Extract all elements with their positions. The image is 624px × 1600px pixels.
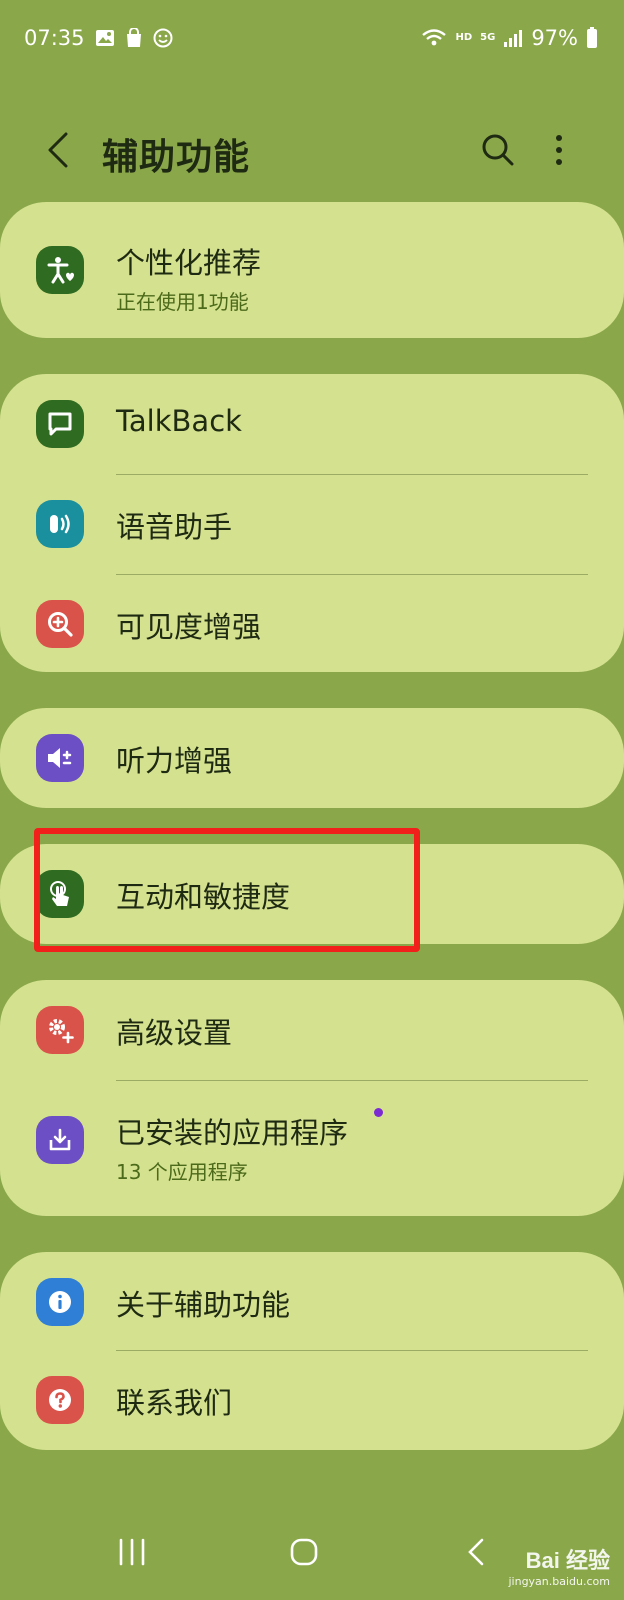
page-title: 辅助功能 <box>102 137 251 178</box>
menu-item-label: TalkBack <box>116 404 242 438</box>
baidu-watermark: Bai 经验 jingyan.baidu.com <box>508 1543 610 1588</box>
gallery-notification-icon <box>95 29 115 47</box>
menu-item-visibility-enhancements[interactable]: 可见度增强 <box>0 574 624 674</box>
recent-apps-icon <box>119 1538 145 1566</box>
voice-assistant-icon <box>36 500 84 548</box>
watermark-brand: Bai 经验 <box>525 1548 610 1573</box>
signal-strength-icon <box>503 28 523 48</box>
battery-percent: 97% <box>531 26 578 50</box>
signal-type-label: 5G <box>480 32 496 43</box>
menu-item-personalized-recommendations[interactable]: 个性化推荐 正在使用1功能 <box>0 220 624 320</box>
menu-item-about-accessibility[interactable]: 关于辅助功能 <box>0 1252 624 1352</box>
settings-card-screen-readers: TalkBack 语音助手 可见度增强 <box>0 374 624 672</box>
app-header: 辅助功能 <box>0 118 624 182</box>
info-icon <box>36 1278 84 1326</box>
highlight-box <box>34 828 420 952</box>
back-arrow-icon <box>48 132 68 168</box>
divider <box>116 1080 588 1081</box>
back-button[interactable] <box>38 128 78 172</box>
settings-card-advanced: 高级设置 已安装的应用程序 13 个应用程序 <box>0 980 624 1216</box>
status-bar: 07:35 HD 5G 97% <box>24 22 598 54</box>
back-nav-button[interactable] <box>446 1524 506 1580</box>
search-button[interactable] <box>476 128 520 172</box>
recent-apps-button[interactable] <box>102 1524 162 1580</box>
wifi-icon <box>421 28 447 48</box>
accessibility-person-icon <box>36 246 84 294</box>
back-nav-icon <box>468 1538 484 1566</box>
more-options-button[interactable] <box>544 128 574 172</box>
accessibility-settings-screen: 07:35 HD 5G 97% 辅助功能 个性化推荐 正在使用1功能 TalkB… <box>0 0 624 1600</box>
smiley-notification-icon <box>153 28 173 48</box>
menu-item-label: 关于辅助功能 <box>116 1288 291 1322</box>
menu-item-label: 高级设置 <box>116 1016 233 1050</box>
download-box-icon <box>36 1116 84 1164</box>
menu-item-contact-us[interactable]: 联系我们 <box>0 1350 624 1450</box>
home-icon <box>290 1538 318 1566</box>
menu-item-advanced-settings[interactable]: 高级设置 <box>0 980 624 1080</box>
settings-card-hearing: 听力增强 <box>0 708 624 808</box>
home-button[interactable] <box>274 1524 334 1580</box>
battery-icon <box>586 27 598 49</box>
menu-item-label: 已安装的应用程序 <box>116 1116 349 1150</box>
menu-item-hearing-enhancements[interactable]: 听力增强 <box>0 708 624 808</box>
menu-item-label: 可见度增强 <box>116 610 262 644</box>
shopping-bag-notification-icon <box>125 28 143 48</box>
magnify-plus-icon <box>36 600 84 648</box>
network-type-label: HD <box>455 32 473 43</box>
more-vertical-icon <box>556 135 562 165</box>
menu-item-voice-assistant[interactable]: 语音助手 <box>0 474 624 574</box>
menu-item-label: 联系我们 <box>116 1386 233 1420</box>
volume-plus-icon <box>36 734 84 782</box>
menu-item-label: 个性化推荐 <box>116 246 262 280</box>
menu-item-subtitle: 13 个应用程序 <box>116 1160 248 1184</box>
new-indicator-dot <box>374 1108 383 1117</box>
search-icon <box>482 134 514 166</box>
menu-item-talkback[interactable]: TalkBack <box>0 374 624 474</box>
question-icon <box>36 1376 84 1424</box>
settings-card-personalized: 个性化推荐 正在使用1功能 <box>0 202 624 338</box>
menu-item-label: 语音助手 <box>116 510 233 544</box>
gear-plus-icon <box>36 1006 84 1054</box>
menu-item-installed-apps[interactable]: 已安装的应用程序 13 个应用程序 <box>0 1090 624 1190</box>
menu-item-label: 听力增强 <box>116 744 233 778</box>
settings-card-about: 关于辅助功能 联系我们 <box>0 1252 624 1450</box>
chat-bubble-icon <box>36 400 84 448</box>
watermark-url: jingyan.baidu.com <box>508 1575 610 1588</box>
menu-item-subtitle: 正在使用1功能 <box>116 290 249 314</box>
status-time: 07:35 <box>24 26 85 50</box>
